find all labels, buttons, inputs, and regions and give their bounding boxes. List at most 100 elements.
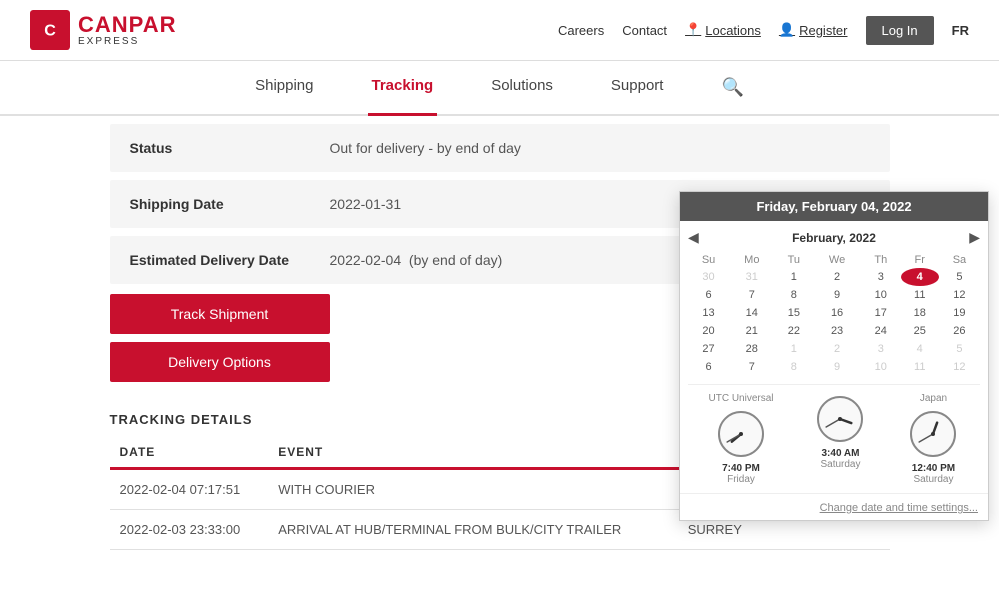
calendar-day[interactable]: 24 — [861, 322, 901, 340]
shipping-date-value: 2022-01-31 — [330, 196, 402, 212]
col-event: Event — [268, 437, 678, 469]
calendar-day[interactable]: 12 — [939, 286, 980, 304]
calendar-weekday: We — [813, 252, 861, 268]
calendar-weekday: Fr — [901, 252, 939, 268]
calendar-day[interactable]: 2 — [813, 340, 861, 358]
status-value: Out for delivery - by end of day — [330, 140, 521, 156]
calendar-day[interactable]: 8 — [774, 286, 813, 304]
status-label: Status — [130, 140, 330, 156]
calendar-day[interactable]: 15 — [774, 304, 813, 322]
calendar-day[interactable]: 6 — [688, 286, 729, 304]
calendar-next-button[interactable]: ▶ — [969, 229, 980, 246]
calendar-day[interactable]: 6 — [688, 358, 729, 376]
calendar-day[interactable]: 9 — [813, 286, 861, 304]
calendar-day[interactable]: 10 — [861, 358, 901, 376]
calendar-day[interactable]: 16 — [813, 304, 861, 322]
calendar-title: Friday, February 04, 2022 — [680, 192, 988, 221]
pin-icon: 📍 — [685, 22, 701, 38]
change-datetime-link[interactable]: Change date and time settings... — [820, 502, 978, 514]
delivery-options-button[interactable]: Delivery Options — [110, 342, 330, 382]
cell-event: WITH COURIER — [268, 469, 678, 510]
clock-time: 3:40 AM — [814, 448, 866, 459]
calendar-grid: SuMoTuWeThFrSa30311234567891011121314151… — [688, 252, 980, 376]
nav-support[interactable]: Support — [607, 61, 668, 116]
calendar-day[interactable]: 7 — [729, 286, 774, 304]
calendar-day[interactable]: 27 — [688, 340, 729, 358]
calendar-day[interactable]: 18 — [901, 304, 939, 322]
estimated-date-label: Estimated Delivery Date — [130, 252, 330, 268]
search-icon[interactable]: 🔍 — [717, 61, 747, 114]
cell-date: 2022-02-04 07:17:51 — [110, 469, 269, 510]
calendar-day[interactable]: 28 — [729, 340, 774, 358]
locations-link[interactable]: 📍 Locations — [685, 22, 761, 38]
language-fr-link[interactable]: FR — [952, 23, 969, 38]
calendar-day[interactable]: 31 — [729, 268, 774, 286]
calendar-footer: Change date and time settings... — [680, 493, 988, 520]
calendar-day[interactable]: 13 — [688, 304, 729, 322]
calendar-prev-button[interactable]: ◀ — [688, 229, 699, 246]
calendar-day[interactable]: 26 — [939, 322, 980, 340]
calendar-weekday: Sa — [939, 252, 980, 268]
calendar-day[interactable]: 5 — [939, 340, 980, 358]
calendar-day[interactable]: 2 — [813, 268, 861, 286]
action-buttons: Track Shipment Delivery Options — [110, 294, 330, 382]
logo-name: CANPAR — [78, 14, 176, 36]
calendar-day[interactable]: 4 — [901, 340, 939, 358]
calendar-day[interactable]: 3 — [861, 268, 901, 286]
calendar-weekday: Tu — [774, 252, 813, 268]
calendar-body: ◀ February, 2022 ▶ SuMoTuWeThFrSa3031123… — [680, 221, 988, 493]
calendar-day[interactable]: 11 — [901, 358, 939, 376]
calendar-day[interactable]: 21 — [729, 322, 774, 340]
cell-event: ARRIVAL AT HUB/TERMINAL FROM BULK/CITY T… — [268, 510, 678, 550]
calendar-day[interactable]: 14 — [729, 304, 774, 322]
calendar-day[interactable]: 5 — [939, 268, 980, 286]
calendar-day[interactable]: 23 — [813, 322, 861, 340]
calendar-day[interactable]: 25 — [901, 322, 939, 340]
calendar-day[interactable]: 17 — [861, 304, 901, 322]
logo-tagline: EXPRESS — [78, 36, 176, 47]
status-row: Status Out for delivery - by end of day — [110, 124, 890, 172]
clock-time: 12:40 PM — [907, 463, 959, 474]
contact-link[interactable]: Contact — [622, 23, 667, 38]
nav-tracking[interactable]: Tracking — [368, 61, 438, 116]
svg-text:C: C — [44, 23, 56, 40]
clock-label: UTC Universal — [708, 393, 773, 404]
site-header: C CANPAR EXPRESS Careers Contact 📍 Locat… — [0, 0, 999, 61]
clock-day: Saturday — [907, 474, 959, 485]
calendar-day[interactable]: 20 — [688, 322, 729, 340]
estimated-date-value: 2022-02-04 (by end of day) — [330, 252, 503, 268]
calendar-day[interactable]: 8 — [774, 358, 813, 376]
register-link[interactable]: 👤 Register — [779, 22, 848, 38]
nav-shipping[interactable]: Shipping — [251, 61, 317, 116]
calendar-day[interactable]: 30 — [688, 268, 729, 286]
calendar-day[interactable]: 7 — [729, 358, 774, 376]
calendar-day[interactable]: 19 — [939, 304, 980, 322]
careers-link[interactable]: Careers — [558, 23, 604, 38]
user-icon: 👤 — [779, 22, 795, 38]
clock-face — [907, 408, 959, 460]
calendar-clocks: UTC Universal7:40 PMFriday3:40 AMSaturda… — [688, 384, 980, 485]
logo-area: C CANPAR EXPRESS — [30, 10, 176, 50]
main-nav: Shipping Tracking Solutions Support 🔍 — [0, 61, 999, 116]
clock-item: 3:40 AMSaturday — [814, 393, 866, 485]
calendar-month-nav: ◀ February, 2022 ▶ — [688, 229, 980, 246]
calendar-day[interactable]: 11 — [901, 286, 939, 304]
header-links: Careers Contact 📍 Locations 👤 Register L… — [558, 16, 969, 45]
clock-face — [715, 408, 767, 460]
calendar-day[interactable]: 3 — [861, 340, 901, 358]
clock-day: Saturday — [814, 459, 866, 470]
calendar-day[interactable]: 1 — [774, 268, 813, 286]
calendar-day[interactable]: 1 — [774, 340, 813, 358]
nav-solutions[interactable]: Solutions — [487, 61, 557, 116]
calendar-day[interactable]: 22 — [774, 322, 813, 340]
calendar-weekday: Mo — [729, 252, 774, 268]
calendar-day[interactable]: 4 — [901, 268, 939, 286]
cell-date: 2022-02-03 23:33:00 — [110, 510, 269, 550]
calendar-day[interactable]: 12 — [939, 358, 980, 376]
login-button[interactable]: Log In — [866, 16, 934, 45]
calendar-day[interactable]: 10 — [861, 286, 901, 304]
calendar-day[interactable]: 9 — [813, 358, 861, 376]
track-shipment-button[interactable]: Track Shipment — [110, 294, 330, 334]
calendar-weekday: Th — [861, 252, 901, 268]
calendar-popup: Friday, February 04, 2022 ◀ February, 20… — [679, 191, 989, 521]
